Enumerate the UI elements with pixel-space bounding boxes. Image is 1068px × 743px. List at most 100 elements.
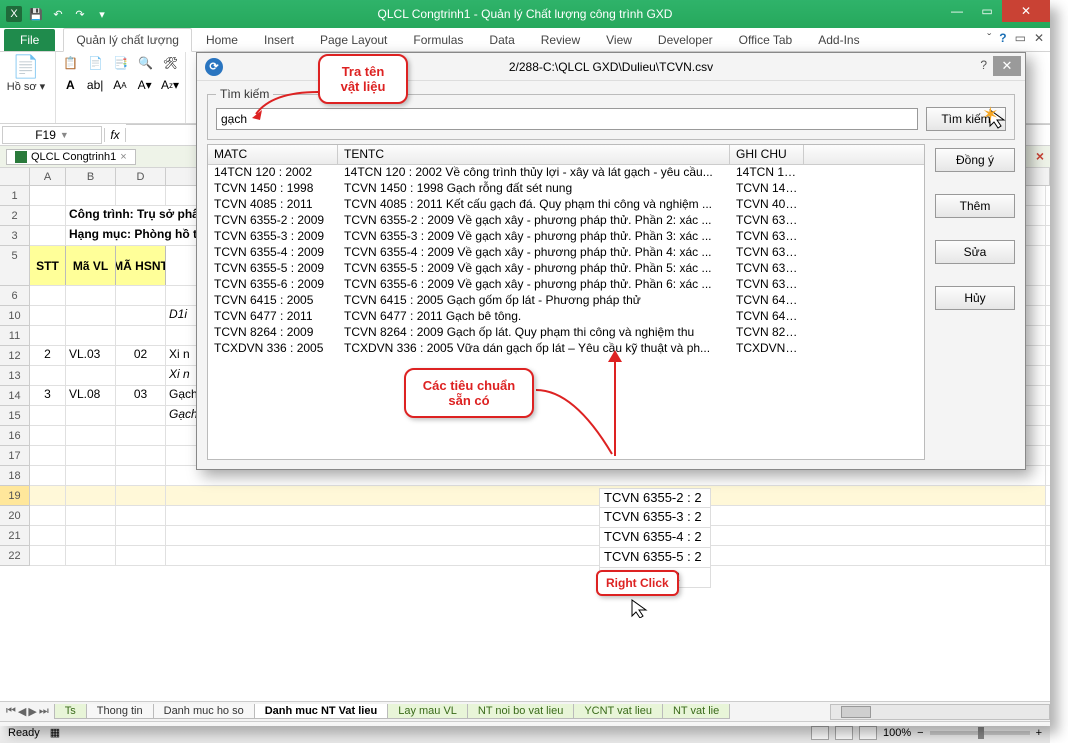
view-layout-icon[interactable] <box>835 726 853 740</box>
row-header[interactable]: 12 <box>0 346 30 366</box>
cell[interactable] <box>116 526 166 545</box>
cell[interactable] <box>116 286 166 305</box>
sheet-tab[interactable]: Danh muc ho so <box>153 704 255 719</box>
sheet-tab[interactable]: NT vat lie <box>662 704 730 719</box>
cell[interactable]: VL.03 <box>66 346 116 365</box>
cell[interactable]: VL.08 <box>66 386 116 405</box>
cell[interactable] <box>66 406 116 425</box>
close-tab-icon[interactable]: × <box>120 151 126 163</box>
chevron-down-icon[interactable]: ▼ <box>60 130 69 140</box>
sheet-tab[interactable]: YCNT vat lieu <box>573 704 663 719</box>
col-B[interactable]: B <box>66 168 116 185</box>
doc-icon[interactable]: 📄 <box>87 54 104 72</box>
view-normal-icon[interactable] <box>811 726 829 740</box>
list-row[interactable]: TCVN 8264 : 2009TCVN 8264 : 2009 Gạch ốp… <box>208 325 924 341</box>
cell[interactable] <box>30 526 66 545</box>
list-row[interactable]: TCVN 6477 : 2011TCVN 6477 : 2011 Gạch bê… <box>208 309 924 325</box>
cell[interactable] <box>30 446 66 465</box>
cell[interactable] <box>116 546 166 565</box>
cell[interactable]: TCVN 6355-2 : 2 <box>599 488 711 508</box>
list-row[interactable]: TCVN 6415 : 2005TCVN 6415 : 2005 Gạch gố… <box>208 293 924 309</box>
cell[interactable]: Mã VL <box>66 246 116 285</box>
cell[interactable] <box>116 366 166 385</box>
dialog-close-button[interactable]: ✕ <box>993 56 1021 76</box>
cell[interactable] <box>30 546 66 565</box>
ribbon-tab[interactable]: Page Layout <box>308 29 399 51</box>
close-button[interactable]: ✕ <box>1002 0 1050 22</box>
cell[interactable]: 2 <box>30 346 66 365</box>
cell[interactable] <box>30 426 66 445</box>
cell[interactable] <box>116 426 166 445</box>
ribbon-minimize-icon[interactable]: ˇ <box>987 31 991 45</box>
dialog-help-icon[interactable]: ? <box>980 58 987 72</box>
sheet-tab[interactable]: Thong tin <box>86 704 154 719</box>
ribbon-tab[interactable]: Home <box>194 29 250 51</box>
cell[interactable] <box>66 186 116 205</box>
name-box[interactable]: F19 ▼ <box>2 126 102 144</box>
edit-button[interactable]: Sửa <box>935 240 1015 264</box>
window-close-inner-icon[interactable]: ✕ <box>1034 31 1044 45</box>
row-header[interactable]: 22 <box>0 546 30 566</box>
cell[interactable] <box>30 486 66 505</box>
cell[interactable] <box>30 466 66 485</box>
list-row[interactable]: TCVN 6355-2 : 2009TCVN 6355-2 : 2009 Về … <box>208 213 924 229</box>
cell[interactable] <box>30 306 66 325</box>
zoom-slider[interactable] <box>930 731 1030 735</box>
font-aa-icon[interactable]: AA <box>112 76 129 94</box>
row-header[interactable]: 15 <box>0 406 30 426</box>
sheet-nav-next-icon[interactable]: ▶ <box>28 705 36 718</box>
col-matc[interactable]: MATC <box>208 145 338 164</box>
cell[interactable]: TCVN 6355-4 : 2 <box>599 528 711 548</box>
cell[interactable] <box>66 326 116 345</box>
fx-button[interactable]: fx <box>104 128 126 142</box>
col-ghichu[interactable]: GHI CHU <box>730 145 804 164</box>
ribbon-tab[interactable]: Office Tab <box>727 29 805 51</box>
row-header[interactable]: 18 <box>0 466 30 486</box>
cell[interactable] <box>30 506 66 525</box>
maximize-button[interactable]: ▭ <box>972 0 1002 22</box>
cell[interactable] <box>66 506 116 525</box>
cell[interactable] <box>66 486 116 505</box>
zoom-out-icon[interactable]: − <box>917 727 923 739</box>
macro-record-icon[interactable]: ▦ <box>50 726 60 739</box>
cell[interactable] <box>30 366 66 385</box>
ok-button[interactable]: Đồng ý <box>935 148 1015 172</box>
cell[interactable]: 3 <box>30 386 66 405</box>
cell[interactable] <box>30 326 66 345</box>
col-A[interactable]: A <box>30 168 66 185</box>
find-icon[interactable]: 🔍 <box>137 54 154 72</box>
sheet-tab[interactable]: Lay mau VL <box>387 704 468 719</box>
cell[interactable] <box>66 546 116 565</box>
cell[interactable] <box>66 366 116 385</box>
redo-icon[interactable]: ↷ <box>72 6 88 22</box>
list-row[interactable]: 14TCN 120 : 200214TCN 120 : 2002 Về công… <box>208 165 924 181</box>
cell[interactable] <box>116 186 166 205</box>
col-D[interactable]: D <box>116 168 166 185</box>
cell[interactable] <box>66 426 116 445</box>
hoso-button[interactable]: 📄 Hồ sơ ▾ <box>6 54 46 93</box>
cell[interactable] <box>116 446 166 465</box>
ribbon-tab[interactable]: Data <box>477 29 526 51</box>
qat-dropdown-icon[interactable]: ▾ <box>94 6 110 22</box>
row-header[interactable]: 16 <box>0 426 30 446</box>
row-header[interactable]: 10 <box>0 306 30 326</box>
tabbar-close-icon[interactable]: × <box>1036 148 1044 164</box>
cell[interactable] <box>66 306 116 325</box>
view-break-icon[interactable] <box>859 726 877 740</box>
cell[interactable] <box>30 186 66 205</box>
row-header[interactable]: 13 <box>0 366 30 386</box>
list-row[interactable]: TCVN 6355-5 : 2009TCVN 6355-5 : 2009 Về … <box>208 261 924 277</box>
ribbon-tab[interactable]: Quản lý chất lượng <box>63 28 192 52</box>
zoom-in-icon[interactable]: + <box>1036 727 1042 739</box>
workbook-tab[interactable]: QLCL Congtrinh1 × <box>6 149 136 165</box>
row-header[interactable]: 21 <box>0 526 30 546</box>
cell[interactable]: 03 <box>116 386 166 405</box>
window-restore-icon[interactable]: ▭ <box>1015 31 1026 45</box>
list-row[interactable]: TCVN 6355-4 : 2009TCVN 6355-4 : 2009 Về … <box>208 245 924 261</box>
row-header[interactable]: 2 <box>0 206 30 226</box>
row-header[interactable]: 14 <box>0 386 30 406</box>
list-row[interactable]: TCVN 6355-6 : 2009TCVN 6355-6 : 2009 Về … <box>208 277 924 293</box>
cell[interactable] <box>116 466 166 485</box>
list-row[interactable]: TCVN 1450 : 1998TCVN 1450 : 1998 Gạch rỗ… <box>208 181 924 197</box>
sheet-nav-last-icon[interactable]: ⏭ <box>39 705 49 718</box>
